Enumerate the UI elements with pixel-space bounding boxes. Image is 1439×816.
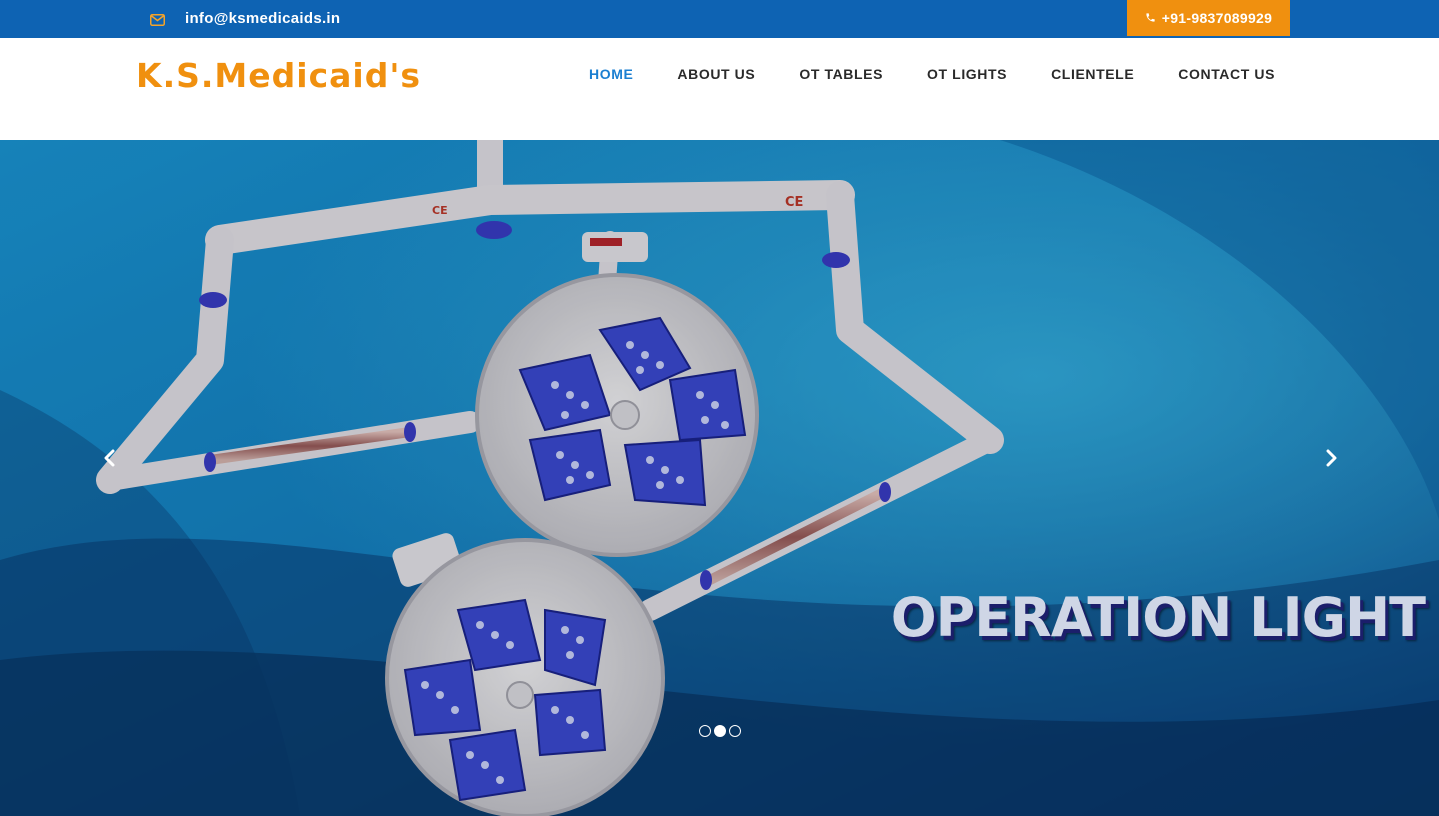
nav-item-clientele[interactable]: CLIENTELE: [1051, 66, 1134, 82]
carousel-indicator-1[interactable]: [699, 725, 711, 737]
carousel-indicator-3[interactable]: [729, 725, 741, 737]
top-bar: info@ksmedicaids.in +91-9837089929: [0, 0, 1439, 38]
carousel-prev-button[interactable]: [94, 445, 124, 475]
carousel-indicators: [699, 725, 741, 737]
nav-item-home[interactable]: HOME: [589, 66, 633, 82]
slide-caption: OPERATION LIGHT: [890, 586, 1426, 649]
phone-button[interactable]: +91-9837089929: [1127, 0, 1290, 36]
carousel-next-button[interactable]: [1317, 445, 1347, 475]
carousel-indicator-2[interactable]: [714, 725, 726, 737]
nav-item-contact-us[interactable]: CONTACT US: [1178, 66, 1275, 82]
main-nav: HOME ABOUT US OT TABLES OT LIGHTS CLIENT…: [589, 66, 1275, 82]
email-text: info@ksmedicaids.in: [185, 10, 341, 27]
phone-icon: [1145, 10, 1156, 26]
chevron-left-icon: [102, 449, 116, 472]
site-header: K.S.Medicaid's HOME ABOUT US OT TABLES O…: [0, 38, 1439, 140]
hero-carousel: CE CE OPERATION LIGHT: [0, 140, 1439, 816]
email-link[interactable]: info@ksmedicaids.in: [150, 10, 340, 27]
nav-item-ot-tables[interactable]: OT TABLES: [799, 66, 883, 82]
phone-text: +91-9837089929: [1161, 10, 1273, 26]
chevron-right-icon: [1325, 449, 1339, 472]
nav-item-ot-lights[interactable]: OT LIGHTS: [927, 66, 1007, 82]
envelope-icon: [150, 13, 165, 26]
site-logo[interactable]: K.S.Medicaid's: [136, 56, 421, 95]
nav-item-about-us[interactable]: ABOUT US: [677, 66, 755, 82]
operation-light-image: CE CE: [0, 140, 1439, 816]
